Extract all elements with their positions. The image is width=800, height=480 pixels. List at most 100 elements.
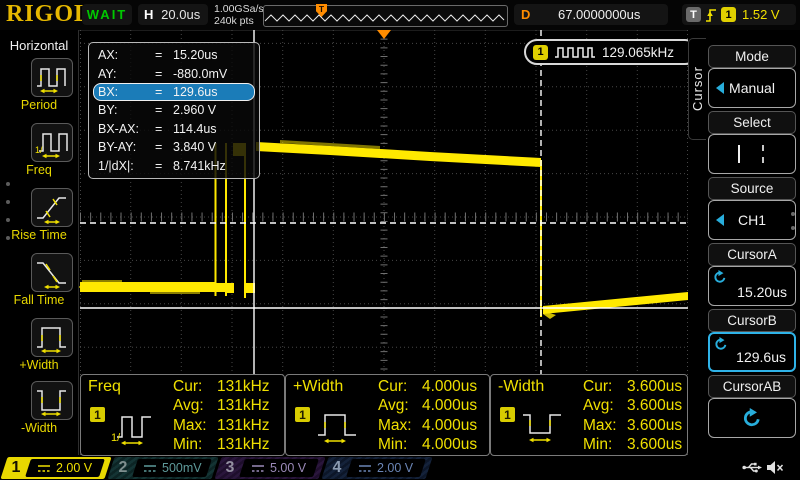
measure-item-rise-time[interactable] bbox=[31, 188, 73, 227]
cursor-menu-tab: Cursor bbox=[688, 38, 706, 140]
cursor-readout-panel: AX:=15.20us AY:=-880.0mV BX:=129.6us BY:… bbox=[88, 42, 260, 179]
cursor-ab-header: CursorAB bbox=[708, 375, 796, 398]
freq-icon: 1/ bbox=[35, 127, 69, 159]
timebase-value: 20.0us bbox=[153, 7, 208, 22]
channel-3-status[interactable]: 3 5.00 V bbox=[214, 457, 325, 479]
rotate-knob-icon bbox=[713, 270, 727, 284]
measurement-statistics-panel: Freq 1 1/ Cur:131kHz Avg:131kHz Max:131k… bbox=[80, 374, 688, 456]
measure-item-pos-width[interactable] bbox=[31, 318, 73, 357]
menu-page-dot bbox=[6, 218, 10, 222]
channel-badge: 1 bbox=[500, 407, 515, 422]
horizontal-offset-box[interactable]: D 67.0000000us bbox=[514, 4, 668, 25]
channel-number: 4 bbox=[325, 459, 349, 477]
sample-rate: 1.00GSa/s bbox=[214, 3, 264, 15]
cursor-row-by: BY:=2.960 V bbox=[93, 101, 255, 119]
trigger-position-marker-icon[interactable] bbox=[377, 30, 391, 39]
left-menu-title: Horizontal bbox=[0, 38, 78, 53]
top-status-bar: RIGOL WAIT H 20.0us 1.00GSa/s 240k pts T… bbox=[0, 0, 800, 31]
channel-badge: 1 bbox=[295, 407, 310, 422]
svg-text:1/: 1/ bbox=[35, 145, 43, 155]
mode-header: Mode bbox=[708, 45, 796, 68]
cursor-a-solid-icon bbox=[738, 145, 740, 163]
select-cursor-button[interactable] bbox=[708, 134, 796, 174]
freq-icon: 1/ bbox=[111, 407, 155, 447]
channel-scale: 2.00 V bbox=[377, 461, 413, 475]
cursor-row-inv-dx: 1/|dX|:=8.741kHz bbox=[93, 156, 255, 174]
channel-4-status[interactable]: 4 2.00 V bbox=[321, 457, 432, 479]
channel-status-bar: 1 2.00 V 2 500mV 3 bbox=[0, 456, 800, 480]
dc-coupling-icon bbox=[143, 464, 157, 473]
cursor-a-header: CursorA bbox=[708, 243, 796, 266]
measure-item-period[interactable] bbox=[31, 58, 73, 97]
left-measure-menu: Horizontal Period 1/ Freq bbox=[0, 30, 79, 455]
trigger-status-box[interactable]: T 1 1.52 V bbox=[682, 4, 796, 25]
cursor-row-ay: AY:=-880.0mV bbox=[93, 64, 255, 82]
measurement-rows: Cur:4.000us Avg:4.000us Max:4.000us Min:… bbox=[378, 377, 485, 455]
cursor-row-by-ay: BY-AY:=3.840 V bbox=[93, 138, 255, 156]
mode-value-button[interactable]: Manual bbox=[708, 68, 796, 108]
memory-waveform-preview[interactable]: T bbox=[263, 5, 508, 27]
source-value-button[interactable]: CH1 bbox=[708, 200, 796, 240]
trigger-label: T bbox=[686, 7, 701, 22]
measurement-cell-neg-width: -Width 1 Cur:3.600us Avg:3.600us Max:3.6… bbox=[490, 374, 688, 456]
freq-channel-badge: 1 bbox=[533, 45, 548, 60]
cursor-ab-value-button[interactable] bbox=[708, 398, 796, 438]
cursor-select-glyphs bbox=[738, 145, 766, 163]
sample-rate-box: 1.00GSa/s 240k pts bbox=[214, 3, 264, 27]
measure-label-pos-width[interactable]: +Width bbox=[0, 358, 78, 372]
chevron-left-icon bbox=[716, 82, 724, 94]
chevron-left-icon bbox=[716, 214, 724, 226]
speaker-muted-icon bbox=[766, 460, 784, 475]
cursor-menu: Cursor Mode Manual Select Source CH1 Cur… bbox=[688, 30, 800, 455]
oscilloscope-ui: RIGOL WAIT H 20.0us 1.00GSa/s 240k pts T… bbox=[0, 0, 800, 480]
dc-coupling-icon bbox=[37, 464, 51, 473]
measure-item-freq[interactable]: 1/ bbox=[31, 123, 73, 162]
dc-coupling-icon bbox=[251, 464, 265, 473]
channel-scale: 2.00 V bbox=[56, 461, 92, 475]
channel-2-status[interactable]: 2 500mV bbox=[107, 457, 218, 479]
delay-label: D bbox=[521, 7, 530, 22]
trigger-level-value: 1.52 V bbox=[742, 7, 780, 22]
h-label: H bbox=[144, 7, 153, 22]
channel-number: 3 bbox=[218, 459, 242, 477]
square-wave-icon bbox=[554, 46, 596, 59]
period-icon bbox=[35, 62, 69, 94]
horizontal-offset-value: 67.0000000us bbox=[530, 7, 668, 22]
select-header: Select bbox=[708, 111, 796, 134]
rigol-logo: RIGOL bbox=[6, 1, 91, 28]
measure-label-freq[interactable]: Freq bbox=[0, 163, 78, 177]
measurement-title: -Width bbox=[498, 378, 544, 396]
measure-label-rise-time[interactable]: Rise Time bbox=[0, 228, 78, 242]
cursor-row-bx-ax: BX-AX:=114.4us bbox=[93, 120, 255, 138]
channel-scale: 5.00 V bbox=[270, 461, 306, 475]
cursor-b-header: CursorB bbox=[708, 309, 796, 332]
acquisition-status-badge: WAIT bbox=[82, 4, 132, 25]
measure-label-period[interactable]: Period bbox=[0, 98, 78, 112]
channel-number: 2 bbox=[111, 459, 135, 477]
neg-width-icon bbox=[521, 407, 565, 447]
horizontal-timebase-box[interactable]: H 20.0us bbox=[138, 4, 208, 25]
measurement-rows: Cur:131kHz Avg:131kHz Max:131kHz Min:131… bbox=[173, 377, 280, 455]
channel-number: 1 bbox=[4, 459, 28, 477]
source-header: Source bbox=[708, 177, 796, 200]
cursor-a-value-button[interactable]: 15.20us bbox=[708, 266, 796, 306]
trigger-source-badge: 1 bbox=[721, 7, 736, 22]
pos-width-icon bbox=[316, 407, 360, 447]
channel-scale: 500mV bbox=[162, 461, 202, 475]
cursor-b-value-button[interactable]: 129.6us bbox=[708, 332, 796, 372]
menu-page-dot bbox=[6, 200, 10, 204]
rotate-knob-icon bbox=[742, 408, 762, 428]
channel-1-status[interactable]: 1 2.00 V bbox=[0, 457, 111, 479]
measure-item-neg-width[interactable] bbox=[31, 381, 73, 420]
freq-counter-value: 129.065kHz bbox=[602, 45, 674, 60]
measurement-title: Freq bbox=[88, 378, 121, 396]
rise-time-icon bbox=[35, 192, 69, 224]
measure-label-neg-width[interactable]: -Width bbox=[0, 421, 78, 435]
menu-page-dot bbox=[6, 182, 10, 186]
measure-item-fall-time[interactable] bbox=[31, 253, 73, 292]
rising-edge-icon bbox=[705, 7, 717, 23]
menu-page-dot bbox=[791, 226, 795, 230]
measure-label-fall-time[interactable]: Fall Time bbox=[0, 293, 78, 307]
cursor-row-bx-selected: BX:=129.6us bbox=[93, 83, 255, 101]
measurement-title: +Width bbox=[293, 378, 343, 396]
